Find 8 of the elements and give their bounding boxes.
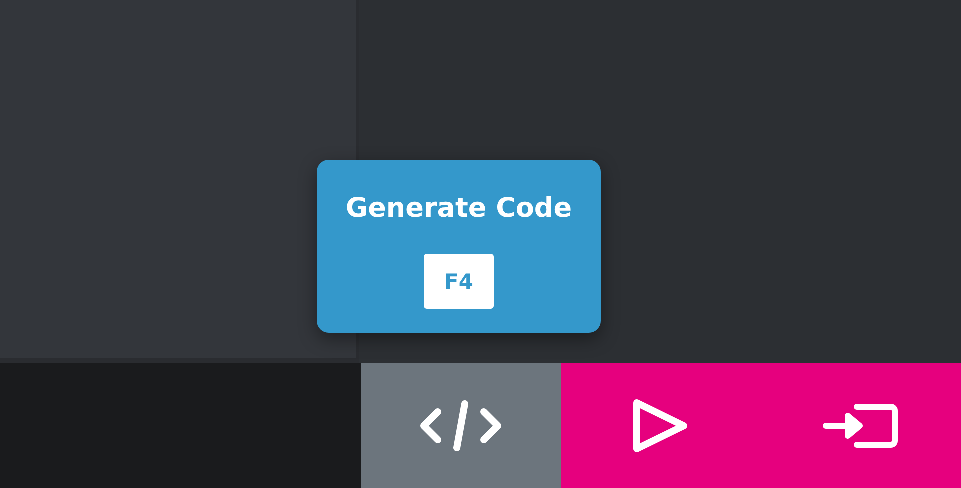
tooltip-title: Generate Code <box>346 192 572 226</box>
play-icon <box>632 398 690 454</box>
play-button[interactable] <box>561 363 761 488</box>
enter-icon <box>823 402 899 448</box>
enter-button[interactable] <box>761 363 961 488</box>
code-button[interactable] <box>361 363 561 488</box>
code-icon <box>420 398 502 454</box>
shortcut-key: F4 <box>424 254 494 309</box>
